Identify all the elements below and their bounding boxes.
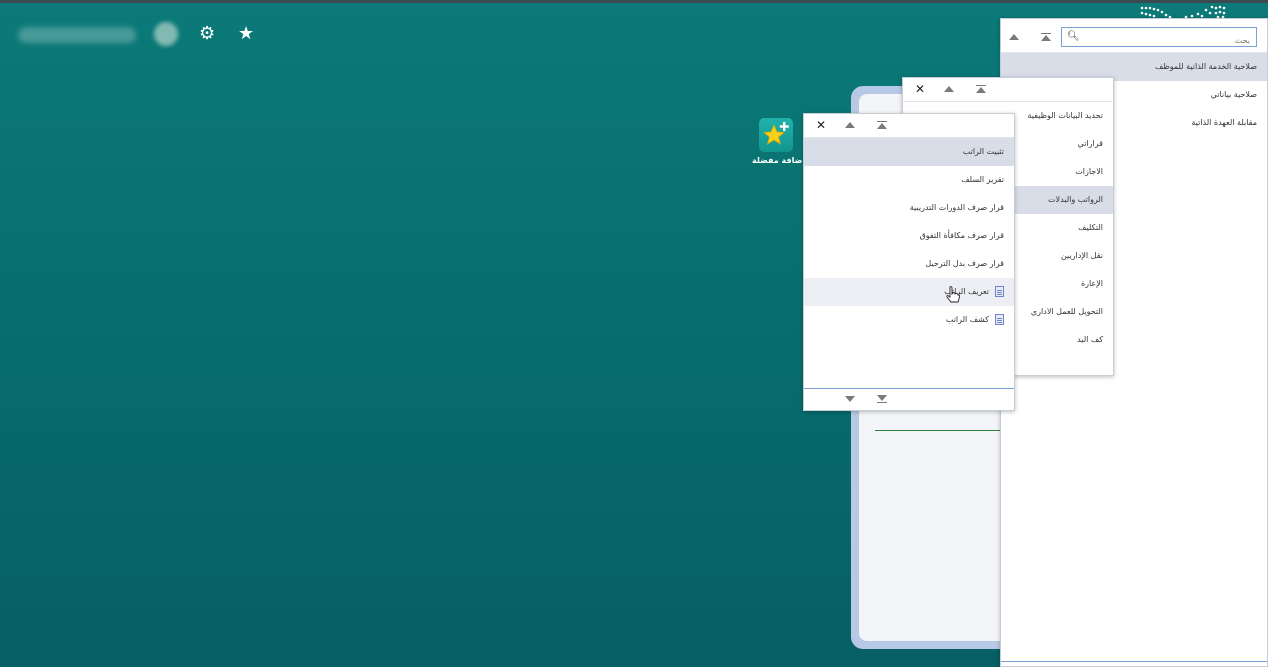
hand-cursor-icon <box>946 286 960 303</box>
menu-item-relocation-allowance[interactable]: قرار صرف بدل الترحيل <box>804 250 1014 278</box>
document-icon <box>995 314 1004 325</box>
salary-menu-footer <box>804 388 1014 410</box>
top-border <box>0 0 1268 3</box>
main-menu-header: 🔍︎ <box>1001 19 1267 53</box>
search-input[interactable] <box>1062 31 1256 50</box>
search-field[interactable]: 🔍︎ <box>1061 27 1257 50</box>
salary-menu-header: ✕ <box>804 114 1014 138</box>
document-icon <box>995 286 1004 297</box>
menu-item-salary-definition[interactable]: تعريف الراتب <box>804 278 1014 306</box>
menu-item-training-payment[interactable]: قرار صرف الدورات التدريبية <box>804 194 1014 222</box>
scroll-top-button[interactable] <box>976 85 986 93</box>
submenu-header: ✕ <box>903 78 1113 102</box>
close-icon[interactable]: ✕ <box>816 119 826 131</box>
menu-item-salary-fix[interactable]: تثبيت الراتب <box>804 138 1014 166</box>
shortcut-label: إضافة مفضلة <box>752 156 806 165</box>
menu-item-label: كشف الراتب <box>945 315 989 324</box>
star-icon[interactable]: ★ <box>238 24 254 44</box>
scroll-up-button[interactable] <box>1009 34 1019 40</box>
scroll-bottom-button[interactable] <box>877 395 887 403</box>
menu-item-advance-report[interactable]: تقرير السلف <box>804 166 1014 194</box>
salary-menu-list: تثبيت الراتب تقرير السلف قرار صرف الدورا… <box>804 138 1014 334</box>
search-icon: 🔍︎ <box>1067 31 1080 42</box>
menu-item-salary-statement[interactable]: كشف الراتب <box>804 306 1014 334</box>
scroll-top-button[interactable] <box>1041 33 1051 41</box>
close-icon[interactable]: ✕ <box>915 83 925 95</box>
app-name-blurred <box>18 27 136 43</box>
scroll-top-button[interactable] <box>877 121 887 129</box>
divider-line <box>875 430 1015 431</box>
panel-bottom-line <box>1001 661 1267 662</box>
brand-logo <box>154 22 178 46</box>
salary-menu-panel: ✕ تثبيت الراتب تقرير السلف قرار صرف الدو… <box>803 113 1015 411</box>
scroll-up-button[interactable] <box>944 86 954 92</box>
gear-icon[interactable]: ⚙ <box>199 24 215 44</box>
menu-item-excellence-bonus[interactable]: قرار صرف مكافأة التفوق <box>804 222 1014 250</box>
scroll-down-button[interactable] <box>845 396 855 402</box>
scroll-up-button[interactable] <box>845 122 855 128</box>
add-favorite-shortcut[interactable]: إضافة مفضلة <box>752 118 806 165</box>
star-plus-icon <box>759 118 793 152</box>
